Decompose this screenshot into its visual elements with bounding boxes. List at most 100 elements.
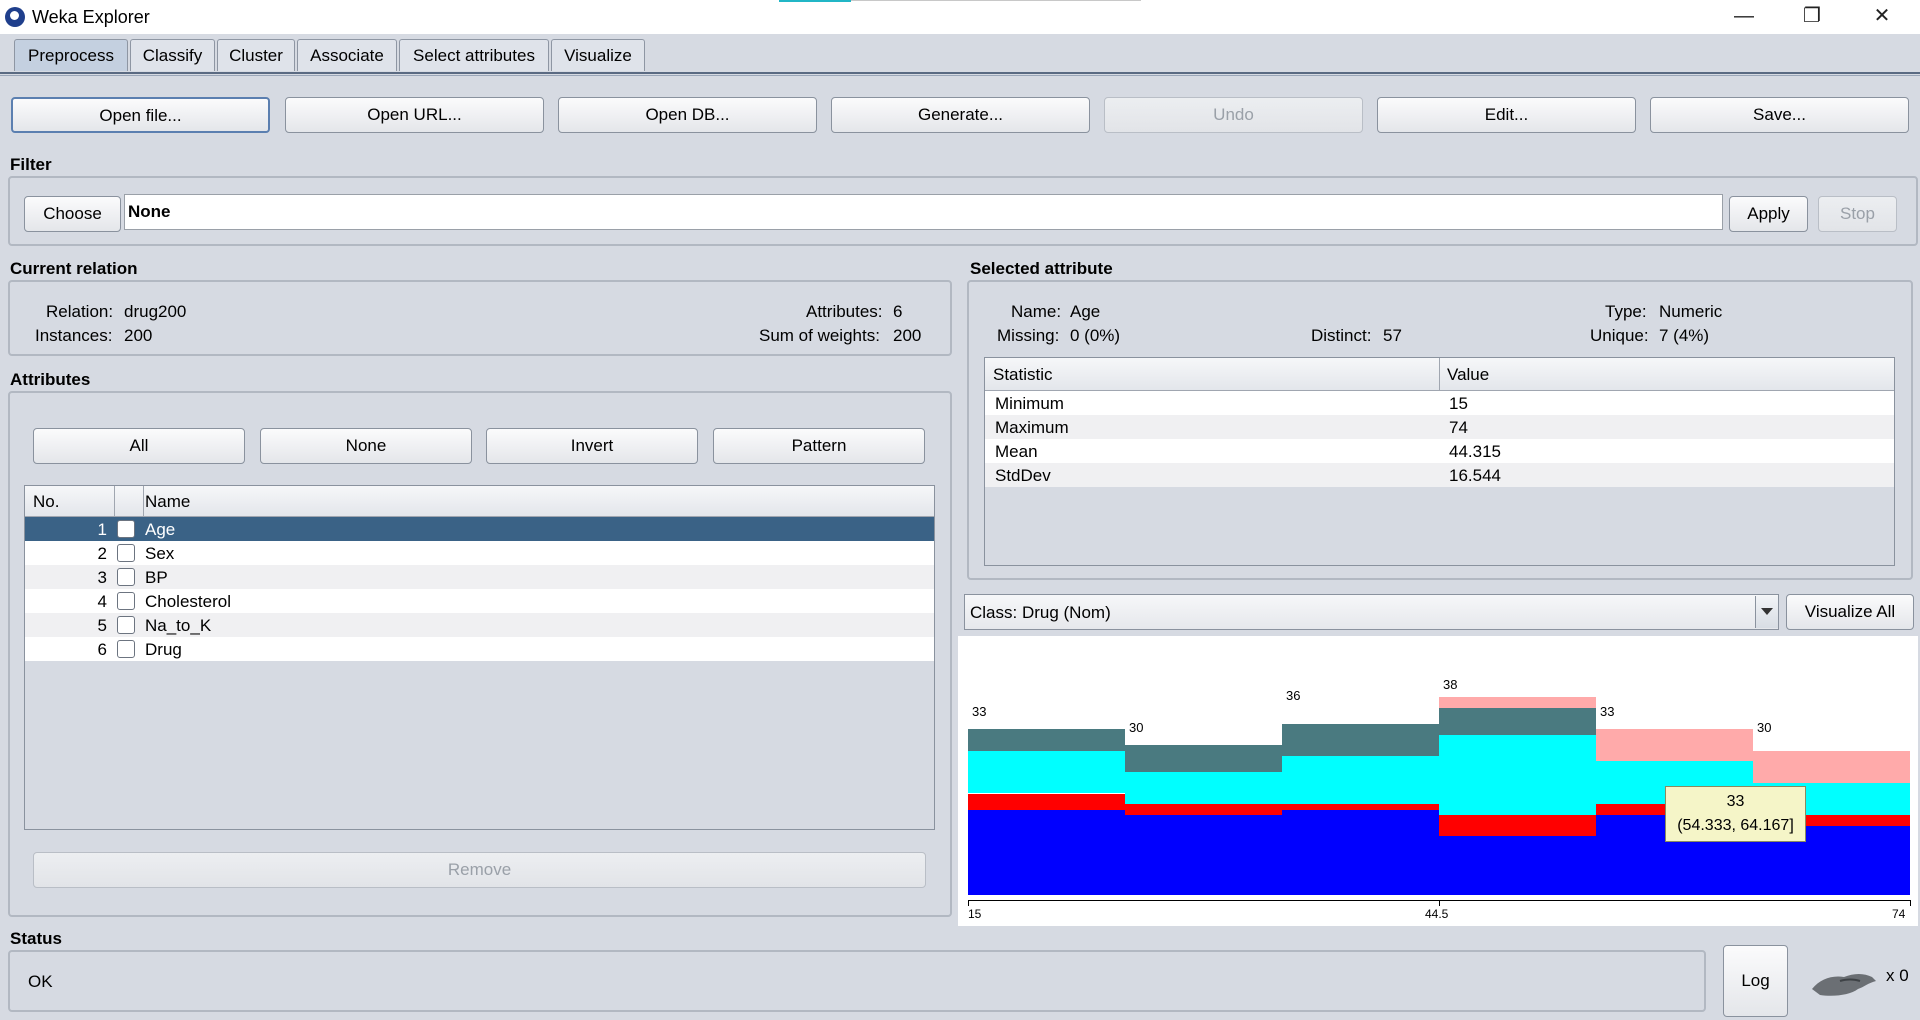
tab-associate[interactable]: Associate — [297, 39, 397, 71]
histogram-bar-segment[interactable] — [1753, 750, 1910, 783]
histogram-bar-segment[interactable] — [1125, 745, 1282, 773]
save-button[interactable]: Save... — [1650, 97, 1909, 133]
histogram-bar-segment[interactable] — [1125, 814, 1282, 895]
choose-filter-button[interactable]: Choose — [24, 196, 121, 232]
attribute-checkbox[interactable] — [117, 592, 135, 610]
selected-attribute-label: Selected attribute — [970, 259, 1113, 278]
minimize-icon[interactable]: — — [1714, 0, 1774, 34]
instances-value: 200 — [124, 326, 153, 345]
histogram-bar-segment[interactable] — [1439, 836, 1596, 895]
x-axis-tick-label: 74 — [1892, 907, 1906, 921]
apply-button[interactable]: Apply — [1729, 196, 1808, 232]
attribute-name: Cholesterol — [145, 592, 231, 611]
histogram-bar-segment[interactable] — [1125, 772, 1282, 805]
attr-type-value: Numeric — [1659, 302, 1723, 321]
pattern-button[interactable]: Pattern — [713, 428, 925, 464]
tab-underline — [0, 72, 1920, 74]
table-row[interactable]: 6 Drug — [25, 637, 934, 661]
visualize-all-button[interactable]: Visualize All — [1786, 594, 1914, 630]
attr-type-label: Type: — [1605, 302, 1647, 321]
statistic-value: 15 — [1449, 394, 1468, 413]
histogram-bar-segment[interactable] — [1596, 729, 1753, 762]
open-file-button[interactable]: Open file... — [11, 97, 270, 133]
table-row: Minimum 15 — [985, 391, 1894, 415]
class-dropdown[interactable]: Class: Drug (Nom) — [964, 594, 1779, 630]
attribute-name: Age — [145, 520, 176, 539]
attribute-checkbox[interactable] — [117, 544, 135, 562]
col-statistic-header[interactable]: Statistic — [993, 365, 1053, 385]
log-button[interactable]: Log — [1723, 945, 1788, 1017]
attribute-checkbox[interactable] — [117, 616, 135, 634]
edit-button[interactable]: Edit... — [1377, 97, 1636, 133]
invert-selection-button[interactable]: Invert — [486, 428, 698, 464]
x-axis-tick-label: 15 — [968, 907, 982, 921]
histogram-bar-segment[interactable] — [968, 793, 1125, 810]
histogram-bar-segment[interactable] — [1439, 697, 1596, 708]
select-all-button[interactable]: All — [33, 428, 245, 464]
statistics-table: Statistic Value Minimum 15 Maximum 74 Mean 44… — [984, 357, 1895, 566]
attr-unique-label: Unique: — [1590, 326, 1649, 345]
tab-visualize[interactable]: Visualize — [551, 39, 645, 71]
statistic-name: StdDev — [995, 466, 1051, 485]
attribute-no: 4 — [97, 592, 107, 611]
open-db-button[interactable]: Open DB... — [558, 97, 817, 133]
histogram-bar-segment[interactable] — [1282, 804, 1439, 810]
table-row[interactable]: 3 BP — [25, 565, 934, 589]
histogram-bar-segment[interactable] — [968, 729, 1125, 751]
statistic-name: Minimum — [995, 394, 1064, 413]
bin-count-label: 30 — [1129, 719, 1144, 735]
table-row[interactable]: 5 Na_to_K — [25, 613, 934, 637]
table-row[interactable]: 1 Age — [25, 517, 934, 541]
x-axis-tick — [1910, 900, 1911, 906]
class-dropdown-value: Class: Drug (Nom) — [970, 603, 1111, 622]
undo-button[interactable]: Undo — [1104, 97, 1363, 133]
histogram-bar-segment[interactable] — [1282, 756, 1439, 805]
histogram-bar-segment[interactable] — [1439, 734, 1596, 815]
histogram-bar-segment[interactable] — [1282, 724, 1439, 757]
attribute-no: 2 — [97, 544, 107, 563]
x-axis-tick — [1439, 900, 1440, 906]
instances-label: Instances: — [35, 326, 113, 345]
tab-preprocess[interactable]: Preprocess — [14, 39, 128, 71]
status-text: OK — [28, 972, 53, 991]
tab-classify[interactable]: Classify — [130, 39, 215, 71]
histogram-bar-segment[interactable] — [968, 750, 1125, 794]
select-none-button[interactable]: None — [260, 428, 472, 464]
statistic-value: 74 — [1449, 418, 1468, 437]
dropdown-arrow-button[interactable] — [1755, 596, 1778, 628]
col-name-header[interactable]: Name — [145, 492, 190, 512]
chevron-down-icon — [1761, 608, 1773, 615]
table-row[interactable]: 4 Cholesterol — [25, 589, 934, 613]
filter-field[interactable]: None — [124, 194, 1723, 230]
histogram[interactable]: 33 30 36 38 33 30 15 44.5 74 33 (54.333, 64.167] — [958, 636, 1918, 926]
attributes-count-value: 6 — [893, 302, 903, 321]
statistics-table-header: Statistic Value — [985, 358, 1894, 391]
x-axis-tick — [968, 900, 969, 906]
tab-select-attributes[interactable]: Select attributes — [399, 39, 549, 71]
attr-name-value: Age — [1070, 302, 1101, 321]
table-row[interactable]: 2 Sex — [25, 541, 934, 565]
attr-distinct-value: 57 — [1383, 326, 1402, 345]
attribute-checkbox[interactable] — [117, 640, 135, 658]
generate-button[interactable]: Generate... — [831, 97, 1090, 133]
remove-button[interactable]: Remove — [33, 852, 926, 888]
histogram-bar-segment[interactable] — [1125, 804, 1282, 815]
histogram-bar-segment[interactable] — [1439, 814, 1596, 837]
status-panel — [8, 950, 1706, 1012]
attr-missing-value: 0 (0%) — [1070, 326, 1121, 345]
attribute-checkbox[interactable] — [117, 568, 135, 586]
restore-icon[interactable]: ❐ — [1782, 0, 1842, 34]
col-no-header[interactable]: No. — [33, 492, 59, 512]
bin-count-label: 36 — [1286, 687, 1301, 703]
close-icon[interactable]: ✕ — [1852, 0, 1912, 34]
tab-cluster[interactable]: Cluster — [217, 39, 295, 71]
stop-button[interactable]: Stop — [1818, 196, 1897, 232]
attribute-checkbox[interactable] — [117, 520, 135, 538]
histogram-bar-segment[interactable] — [1439, 708, 1596, 735]
attribute-name: Sex — [145, 544, 175, 563]
statistic-name: Maximum — [995, 418, 1069, 437]
col-value-header[interactable]: Value — [1447, 365, 1489, 385]
histogram-bar-segment[interactable] — [968, 809, 1125, 895]
histogram-bar-segment[interactable] — [1282, 809, 1439, 895]
open-url-button[interactable]: Open URL... — [285, 97, 544, 133]
